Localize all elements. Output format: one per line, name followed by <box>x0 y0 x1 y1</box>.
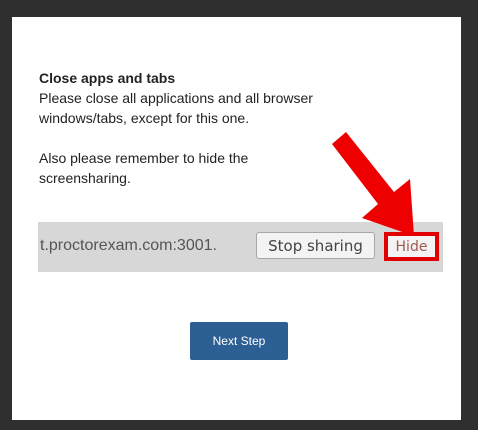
instruction-line-1: Please close all applications and all br… <box>39 90 313 106</box>
red-arrow-icon <box>332 132 414 236</box>
next-step-button[interactable]: Next Step <box>190 322 288 360</box>
instruction-line-2: windows/tabs, except for this one. <box>39 110 250 126</box>
modal-title: Close apps and tabs <box>39 70 176 86</box>
screen: Close apps and tabs Please close all app… <box>0 0 478 430</box>
modal-dialog: Close apps and tabs Please close all app… <box>12 17 461 420</box>
screenshare-host-text: t.proctorexam.com:3001. <box>40 237 217 254</box>
